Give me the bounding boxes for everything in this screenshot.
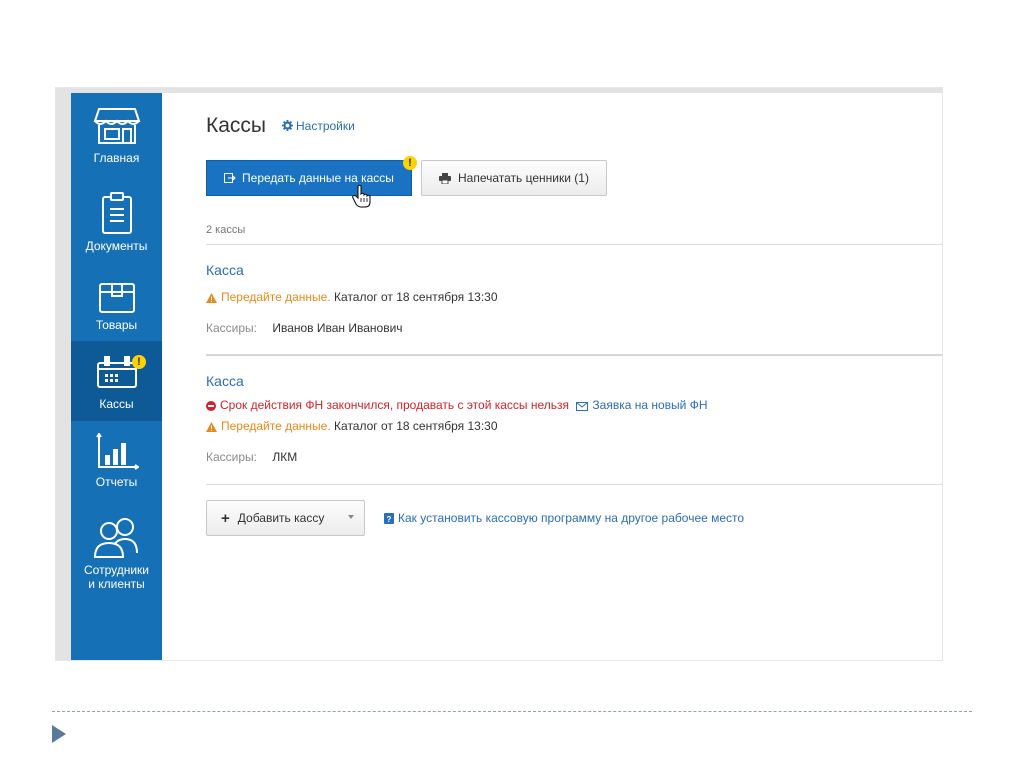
main-content: Кассы Настройки Передать данные на кассы… xyxy=(206,88,942,660)
chevron-down-icon[interactable] xyxy=(348,515,354,519)
divider xyxy=(206,354,942,356)
warning-icon xyxy=(206,293,217,303)
slide-divider xyxy=(52,711,972,712)
sidebar-item-documents[interactable]: Документы xyxy=(71,191,162,261)
register-title-link[interactable]: Касса xyxy=(206,373,244,389)
sidebar-item-reports[interactable]: Отчеты xyxy=(71,433,162,495)
new-fn-request-link[interactable]: Заявка на новый ФН xyxy=(592,398,707,412)
printer-icon xyxy=(439,172,452,184)
warning-icon xyxy=(206,422,217,432)
install-help-link[interactable]: ? Как установить кассовую программу на д… xyxy=(384,511,744,525)
sidebar-item-label: Сотрудники xyxy=(84,563,149,577)
sidebar-item-label: Главная xyxy=(93,151,140,165)
send-data-button[interactable]: Передать данные на кассы xyxy=(206,160,412,196)
send-data-link[interactable]: Передайте данные. xyxy=(221,290,331,304)
box-icon xyxy=(98,283,135,313)
app-window: Главная Документы Товары ! Кассы Отчеты … xyxy=(56,88,942,660)
register-title-link[interactable]: Касса xyxy=(206,262,244,278)
play-arrow-icon xyxy=(52,725,66,743)
fn-expired-text: Срок действия ФН закончился, продавать с… xyxy=(220,398,570,412)
send-data-button-label: Передать данные на кассы xyxy=(242,171,394,185)
page-title: Кассы xyxy=(206,114,267,137)
cashiers-label: Кассиры: xyxy=(206,450,257,464)
add-register-button-label: Добавить кассу xyxy=(237,511,325,525)
register-warning: Передайте данные. Каталог от 18 сентября… xyxy=(206,290,498,304)
export-icon xyxy=(224,173,236,183)
hand-cursor-icon xyxy=(352,184,371,208)
help-book-icon: ? xyxy=(384,513,394,524)
envelope-icon xyxy=(576,402,589,411)
svg-text:?: ? xyxy=(387,515,392,524)
sidebar-item-label: Отчеты xyxy=(95,475,138,489)
sidebar-item-label: Товары xyxy=(95,318,138,332)
window-left-border xyxy=(56,88,71,660)
catalog-date: Каталог от 18 сентября 13:30 xyxy=(334,419,498,433)
install-help-link-label: Как установить кассовую программу на дру… xyxy=(398,511,745,525)
cashiers-value: Иванов Иван Иванович xyxy=(272,321,403,335)
registers-count: 2 кассы xyxy=(206,224,246,236)
settings-link[interactable]: Настройки xyxy=(282,119,355,133)
divider xyxy=(206,244,942,245)
stop-icon xyxy=(206,401,216,411)
users-icon xyxy=(93,518,138,558)
catalog-date: Каталог от 18 сентября 13:30 xyxy=(334,290,498,304)
sidebar-item-home[interactable]: Главная xyxy=(71,105,162,173)
clipboard-icon xyxy=(101,192,132,234)
bar-chart-icon xyxy=(95,433,139,470)
sidebar-item-cash-registers[interactable]: ! Кассы xyxy=(71,341,162,421)
register-cashiers: Кассиры: ЛКМ xyxy=(206,450,297,464)
storefront-icon xyxy=(93,108,140,144)
sidebar-item-employees-clients[interactable]: Сотрудники и клиенты xyxy=(71,515,162,605)
cashiers-label: Кассиры: xyxy=(206,321,257,335)
plus-icon: + xyxy=(221,509,230,527)
divider xyxy=(206,484,942,485)
add-register-button[interactable]: + Добавить кассу xyxy=(206,500,365,536)
print-price-tags-button[interactable]: Напечатать ценники (1) xyxy=(421,160,607,196)
sidebar-item-label: Кассы xyxy=(99,397,134,411)
cashiers-value: ЛКМ xyxy=(272,450,298,464)
alert-badge: ! xyxy=(132,355,146,369)
gear-icon xyxy=(282,120,293,131)
sidebar-item-label: Документы xyxy=(85,239,148,253)
settings-link-label: Настройки xyxy=(296,119,355,133)
sidebar-item-goods[interactable]: Товары xyxy=(71,278,162,338)
register-cashiers: Кассиры: Иванов Иван Иванович xyxy=(206,321,403,335)
print-price-tags-button-label: Напечатать ценники (1) xyxy=(458,171,589,185)
alert-badge: ! xyxy=(403,156,417,170)
sidebar: Главная Документы Товары ! Кассы Отчеты … xyxy=(71,93,162,660)
register-error: Срок действия ФН закончился, продавать с… xyxy=(206,398,707,412)
register-warning: Передайте данные. Каталог от 18 сентября… xyxy=(206,419,498,433)
send-data-link[interactable]: Передайте данные. xyxy=(221,419,331,433)
sidebar-item-label: и клиенты xyxy=(88,577,145,591)
